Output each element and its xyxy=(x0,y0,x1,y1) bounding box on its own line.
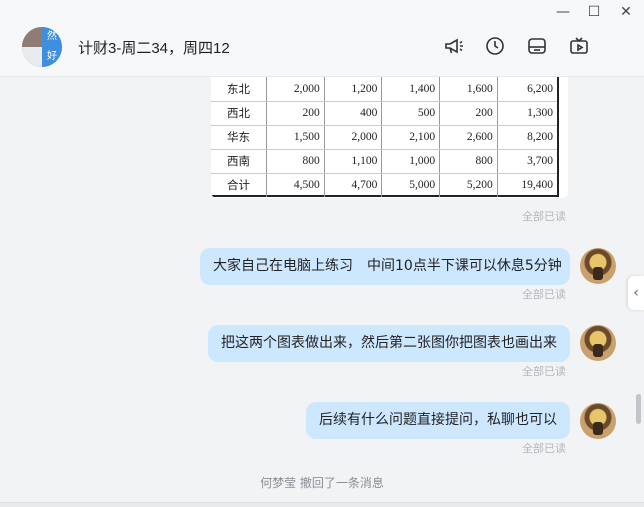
value-cell: 800 xyxy=(266,149,325,174)
value-cell: 1,100 xyxy=(324,149,383,174)
region-cell: 东北 xyxy=(211,77,267,102)
value-cell: 400 xyxy=(324,101,383,126)
read-status: 全部已读 xyxy=(522,442,566,455)
region-cell: 合计 xyxy=(211,172,267,197)
value-cell: 8,200 xyxy=(497,125,557,150)
close-button[interactable]: ✕ xyxy=(616,2,636,22)
side-panel-toggle[interactable]: ‹ xyxy=(628,276,644,310)
region-cell: 西南 xyxy=(211,149,267,174)
avatar-tile xyxy=(22,27,42,47)
chat-title: 计财3-周二34，周四12 xyxy=(78,40,230,57)
value-cell: 19,400 xyxy=(497,172,557,197)
sender-avatar[interactable] xyxy=(580,403,616,439)
value-cell: 2,000 xyxy=(324,125,383,150)
message-bubble[interactable]: 后续有什么问题直接提问，私聊也可以 xyxy=(306,402,570,439)
table-row: 东北 2,000 1,200 1,400 1,600 6,200 xyxy=(211,77,557,102)
minimize-button[interactable]: — xyxy=(553,2,573,22)
value-cell: 1,300 xyxy=(497,101,557,126)
message-bubble[interactable]: 把这两个图表做出来，然后第二张图你把图表也画出来 xyxy=(208,325,570,362)
read-status: 全部已读 xyxy=(522,210,566,223)
value-cell: 4,700 xyxy=(324,172,383,197)
read-status: 全部已读 xyxy=(522,288,566,301)
sender-avatar[interactable] xyxy=(580,325,616,361)
value-cell: 6,200 xyxy=(497,77,557,102)
value-cell: 1,400 xyxy=(381,77,441,102)
avatar-char: 好 xyxy=(42,47,62,67)
table-row: 西北 200 400 500 200 1,300 xyxy=(211,101,557,126)
chat-header: 然 好 计财3-周二34，周四12 — ☐ ✕ xyxy=(0,0,644,77)
value-cell: 200 xyxy=(439,101,498,126)
value-cell: 5,000 xyxy=(381,172,441,197)
value-cell: 1,600 xyxy=(439,77,498,102)
table-row: 合计 4,500 4,700 5,000 5,200 19,400 xyxy=(211,172,557,197)
value-cell: 500 xyxy=(381,101,441,126)
value-cell: 2,600 xyxy=(439,125,498,150)
value-cell: 200 xyxy=(266,101,325,126)
folder-icon[interactable] xyxy=(526,35,548,57)
table-image-message[interactable]: 东北 2,000 1,200 1,400 1,600 6,200 西北 200 400 500 20… xyxy=(211,77,568,198)
region-cell: 西北 xyxy=(211,101,267,126)
value-cell: 1,000 xyxy=(381,149,441,174)
region-cell: 华东 xyxy=(211,125,267,150)
data-table: 东北 2,000 1,200 1,400 1,600 6,200 西北 200 400 500 20… xyxy=(211,77,557,197)
avatar-tile xyxy=(22,47,42,67)
avatar-char: 然 xyxy=(42,27,62,47)
announcement-icon[interactable] xyxy=(443,35,465,57)
table-row: 华东 1,500 2,000 2,100 2,600 8,200 xyxy=(211,125,557,150)
sender-avatar[interactable] xyxy=(580,248,616,284)
scrollbar-thumb[interactable] xyxy=(636,394,641,424)
maximize-button[interactable]: ☐ xyxy=(584,2,604,22)
value-cell: 5,200 xyxy=(439,172,498,197)
value-cell: 2,100 xyxy=(381,125,441,150)
value-cell: 1,200 xyxy=(324,77,383,102)
read-status: 全部已读 xyxy=(522,365,566,378)
value-cell: 800 xyxy=(439,149,498,174)
value-cell: 1,500 xyxy=(266,125,325,150)
group-avatar[interactable]: 然 好 xyxy=(22,27,62,67)
history-icon[interactable] xyxy=(484,35,506,57)
value-cell: 3,700 xyxy=(497,149,557,174)
value-cell: 4,500 xyxy=(266,172,325,197)
input-area-edge xyxy=(0,502,644,507)
recall-notice: 何梦莹 撤回了一条消息 xyxy=(260,476,384,490)
table-frame: 东北 2,000 1,200 1,400 1,600 6,200 西北 200 400 500 20… xyxy=(211,77,559,197)
live-icon[interactable] xyxy=(568,35,590,57)
value-cell: 2,000 xyxy=(266,77,325,102)
message-bubble[interactable]: 大家自己在电脑上练习 中间10点半下课可以休息5分钟 xyxy=(200,248,570,285)
table-row: 西南 800 1,100 1,000 800 3,700 xyxy=(211,149,557,174)
